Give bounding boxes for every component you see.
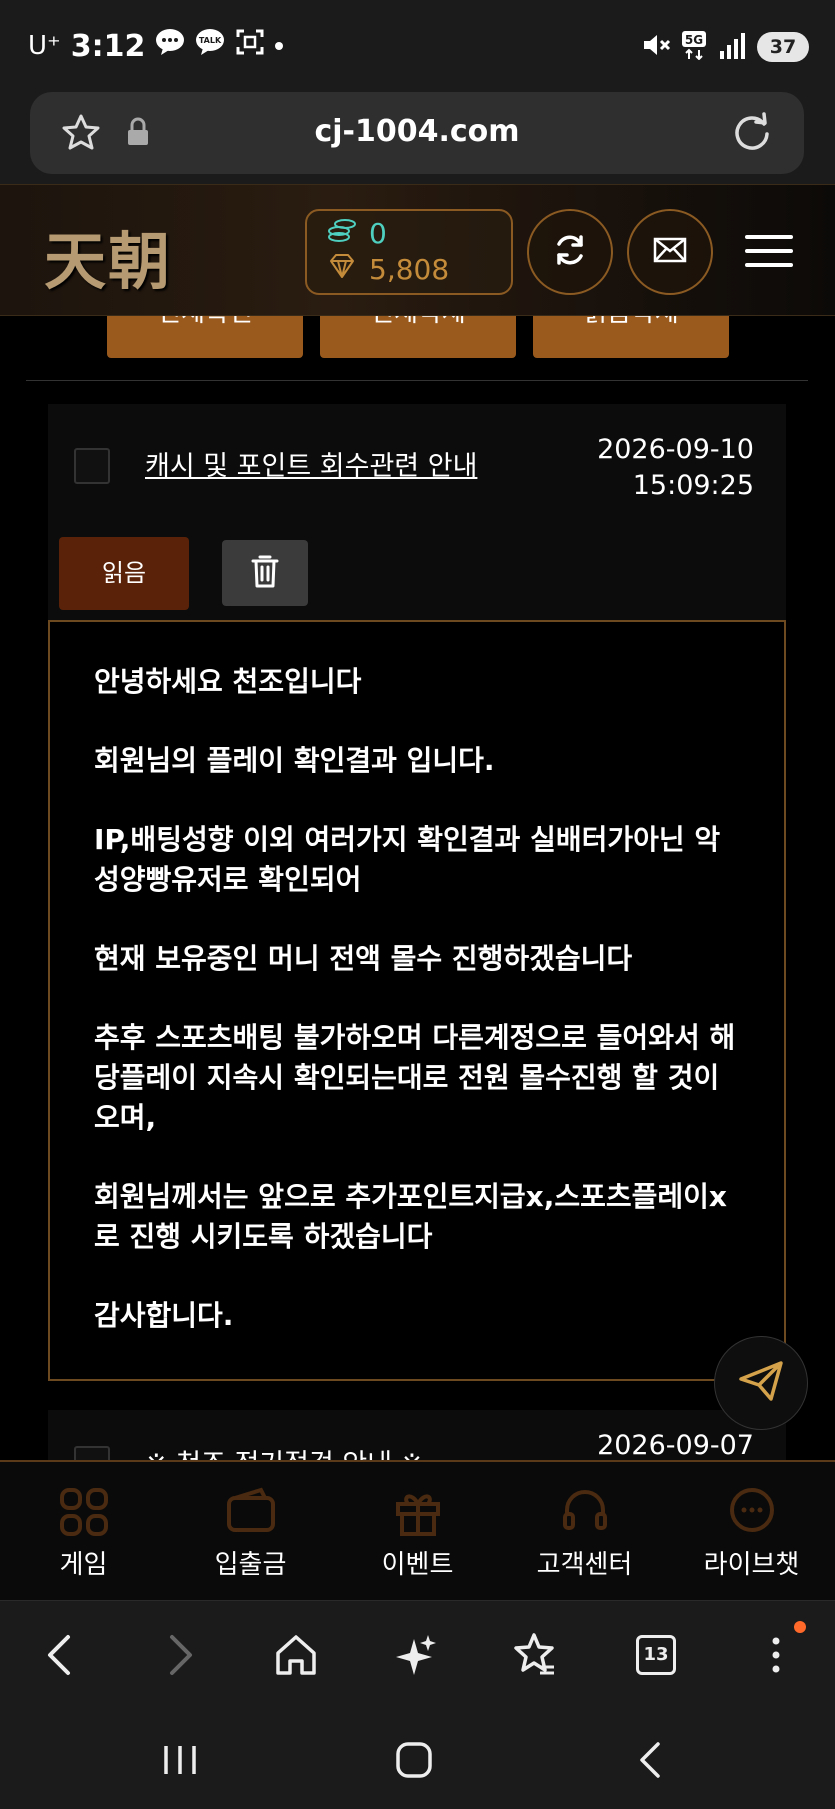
gift-icon bbox=[334, 1484, 501, 1540]
message-title[interactable]: ※ 천조 정기점검 안내 ※ bbox=[145, 1442, 423, 1460]
nav-event[interactable]: 이벤트 bbox=[334, 1462, 501, 1600]
signal-icon bbox=[719, 31, 747, 63]
forward-icon[interactable] bbox=[160, 1631, 200, 1683]
system-back-icon[interactable] bbox=[630, 1740, 670, 1784]
message-paragraph: 감사합니다. bbox=[94, 1299, 234, 1332]
trash-icon bbox=[250, 553, 280, 593]
message-item: ※ 천조 정기점검 안내 ※ 2026-09-07 bbox=[48, 1410, 786, 1460]
message-checkbox[interactable] bbox=[74, 448, 110, 484]
message-paragraph: 추후 스포츠배팅 불가하오며 다른계정으로 들어와서 해당플레이 지속시 확인되… bbox=[94, 1021, 736, 1134]
cash-row: 0 bbox=[327, 217, 387, 250]
menu-icon-line bbox=[745, 249, 793, 253]
svg-text:5G: 5G bbox=[685, 33, 703, 47]
nav-deposit-withdraw[interactable]: 입출금 bbox=[167, 1462, 334, 1600]
browser-toolbar: 13 bbox=[0, 1600, 835, 1710]
more-notifications-dot bbox=[275, 42, 284, 50]
send-icon bbox=[737, 1359, 785, 1407]
message-date: 2026-09-10 bbox=[597, 434, 754, 465]
sparkle-icon[interactable] bbox=[394, 1631, 438, 1683]
divider bbox=[26, 380, 808, 381]
nav-customer-center[interactable]: 고객센터 bbox=[501, 1462, 668, 1600]
url-text[interactable]: cj-1004.com bbox=[30, 114, 804, 149]
battery-indicator: 37 bbox=[757, 32, 809, 62]
recent-apps-icon[interactable] bbox=[160, 1740, 200, 1784]
reload-icon[interactable] bbox=[730, 110, 774, 158]
coins-icon bbox=[327, 217, 357, 250]
nav-live-chat[interactable]: 라이브챗 bbox=[668, 1462, 835, 1600]
home-icon[interactable] bbox=[274, 1631, 318, 1683]
message-item: 캐시 및 포인트 회수관련 안내 2026-09-10 15:09:25 읽음 bbox=[48, 404, 786, 620]
home-button-icon[interactable] bbox=[394, 1740, 434, 1784]
message-date: 2026-09-07 bbox=[597, 1430, 754, 1460]
message-paragraph: 현재 보유중인 머니 전액 몰수 진행하겠습니다 bbox=[94, 942, 633, 975]
menu-icon-line bbox=[745, 235, 793, 239]
clock: 3:12 bbox=[70, 28, 146, 64]
wallet-icon bbox=[167, 1484, 334, 1540]
nav-label: 입출금 bbox=[214, 1550, 287, 1580]
grid-icon bbox=[0, 1484, 167, 1540]
telegram-float-button[interactable] bbox=[714, 1336, 808, 1430]
message-title[interactable]: 캐시 및 포인트 회수관련 안내 bbox=[145, 444, 477, 483]
nav-game[interactable]: 게임 bbox=[0, 1462, 167, 1600]
message-paragraph: 회원님의 플레이 확인결과 입니다. bbox=[94, 744, 495, 777]
site-logo[interactable]: 天朝 bbox=[44, 211, 172, 301]
browser-address-area: cj-1004.com bbox=[0, 92, 835, 184]
read-status-button[interactable]: 읽음 bbox=[59, 537, 189, 610]
message-checkbox[interactable] bbox=[74, 1446, 110, 1460]
screenshot-icon bbox=[235, 28, 265, 64]
points-row: 5,808 bbox=[327, 253, 449, 286]
mail-icon bbox=[653, 237, 687, 267]
back-icon[interactable] bbox=[40, 1631, 80, 1683]
message-notification-icon bbox=[155, 28, 185, 64]
5g-icon: 5G bbox=[681, 30, 709, 64]
status-bar: U⁺ 3:12 TALK 5G 37 bbox=[0, 0, 835, 92]
talk-notification-icon: TALK bbox=[195, 28, 225, 64]
more-options-icon[interactable] bbox=[766, 1631, 786, 1683]
menu-button[interactable] bbox=[745, 235, 793, 277]
nav-label: 라이브챗 bbox=[703, 1550, 800, 1580]
points-balance: 5,808 bbox=[369, 253, 450, 286]
headset-icon bbox=[501, 1484, 668, 1540]
message-time: 15:09:25 bbox=[632, 470, 754, 501]
message-paragraph: 회원님께서는 앞으로 추가포인트지급x,스포츠플레이x 로 진행 시키도록 하겠… bbox=[94, 1180, 727, 1253]
wallet-box: 0 5,808 bbox=[305, 209, 513, 295]
diamond-icon bbox=[327, 253, 357, 286]
message-body: 안녕하세요 천조입니다 회원님의 플레이 확인결과 입니다. IP,배팅성향 이… bbox=[48, 620, 786, 1381]
refresh-button[interactable] bbox=[527, 209, 613, 295]
delete-message-button[interactable] bbox=[222, 540, 308, 606]
carrier-label: U⁺ bbox=[28, 31, 61, 61]
site-header: 天朝 0 5,808 bbox=[0, 184, 835, 316]
address-bar[interactable]: cj-1004.com bbox=[30, 92, 804, 174]
message-paragraph: IP,배팅성향 이외 여러가지 확인결과 실배터가아닌 악성양빵유저로 확인되어 bbox=[94, 823, 721, 896]
chat-icon bbox=[668, 1484, 835, 1540]
update-badge bbox=[794, 1621, 806, 1633]
message-datetime: 2026-09-10 15:09:25 bbox=[597, 432, 754, 504]
bookmarks-icon[interactable] bbox=[512, 1631, 556, 1683]
svg-text:TALK: TALK bbox=[199, 36, 222, 45]
nav-label: 이벤트 bbox=[381, 1550, 454, 1580]
system-navigation bbox=[0, 1710, 835, 1809]
mute-icon bbox=[641, 31, 671, 63]
message-paragraph: 안녕하세요 천조입니다 bbox=[94, 665, 362, 698]
mail-button[interactable] bbox=[627, 209, 713, 295]
nav-label: 게임 bbox=[59, 1550, 108, 1580]
refresh-icon bbox=[550, 230, 590, 274]
site-bottom-nav: 게임 입출금 이벤트 고객센터 라이브챗 bbox=[0, 1460, 835, 1600]
menu-icon-line bbox=[745, 263, 793, 267]
cash-balance: 0 bbox=[369, 217, 387, 250]
nav-label: 고객센터 bbox=[536, 1550, 633, 1580]
tabs-button[interactable]: 13 bbox=[636, 1635, 676, 1675]
